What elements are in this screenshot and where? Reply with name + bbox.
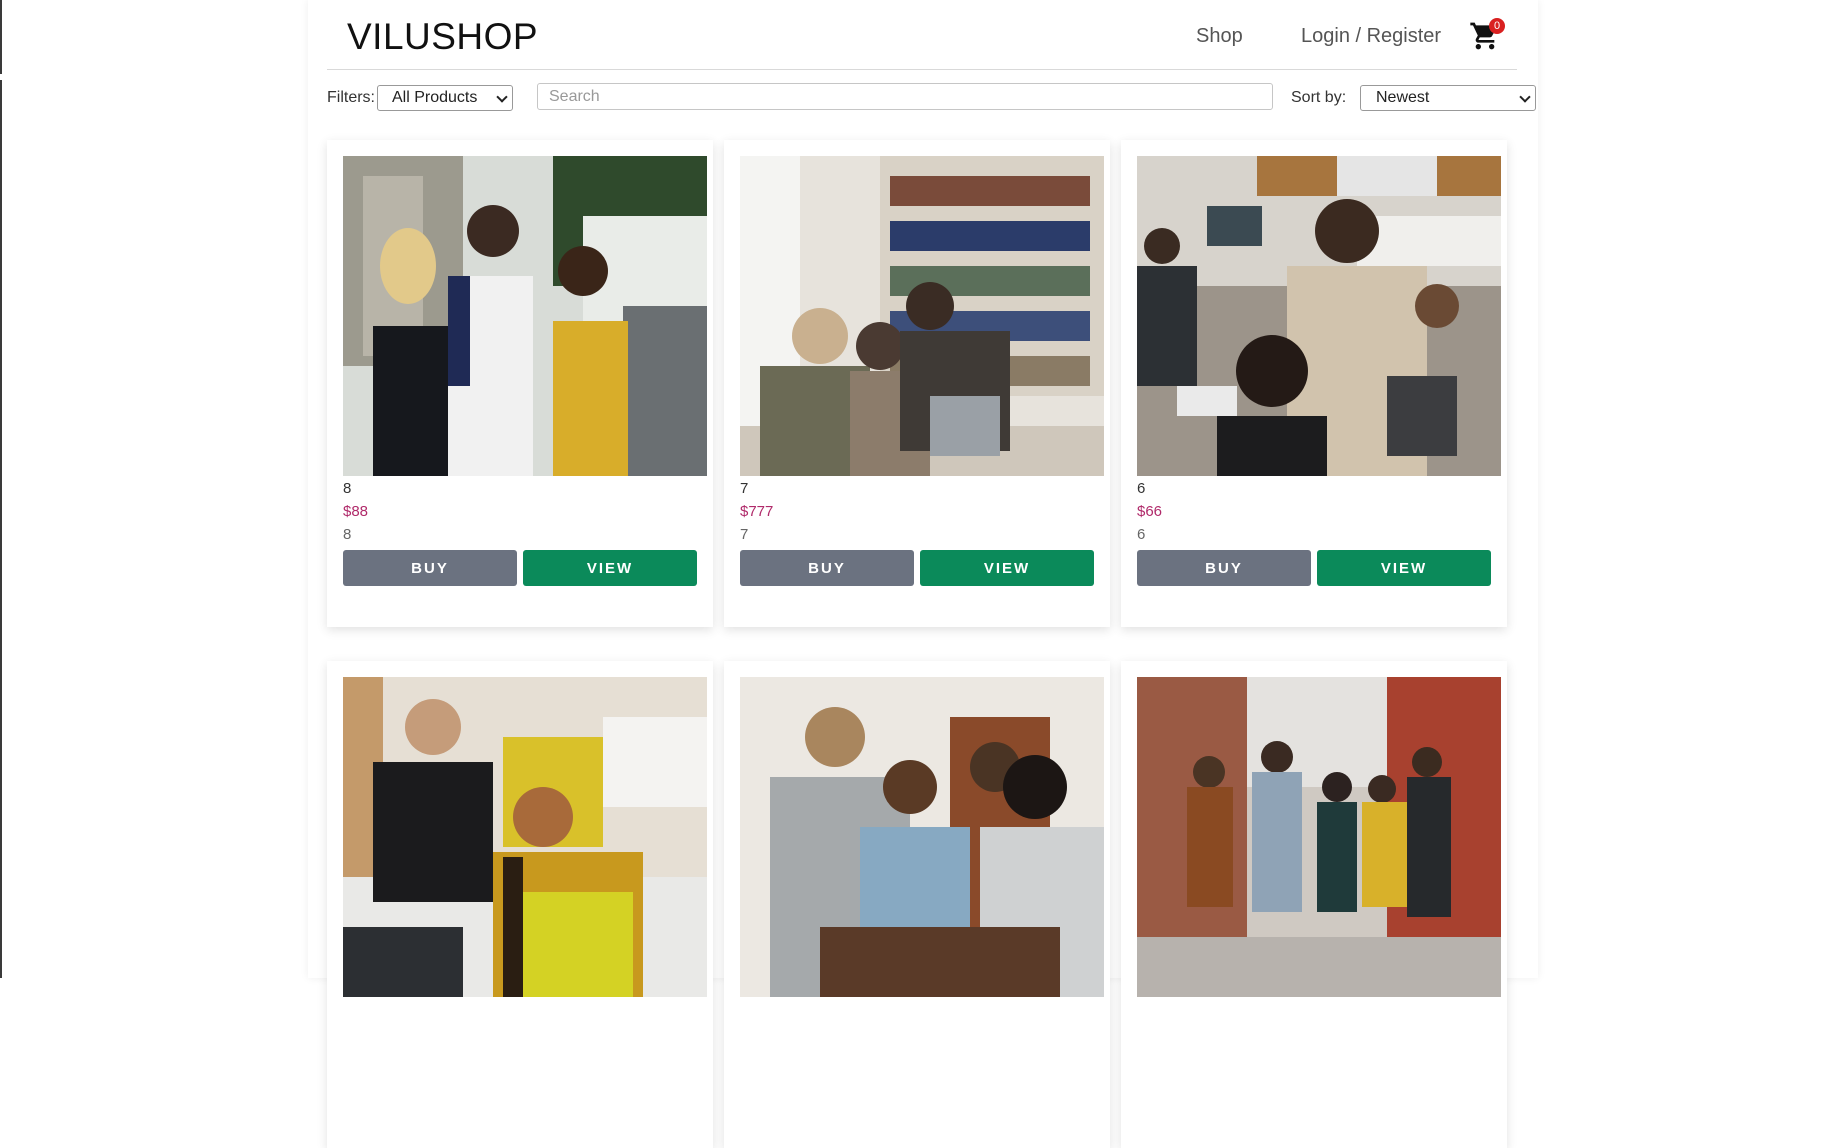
product-description: 7 bbox=[740, 526, 749, 543]
product-price: $66 bbox=[1137, 503, 1163, 520]
category-filter-value: All Products bbox=[392, 89, 478, 106]
chevron-down-icon bbox=[496, 91, 508, 103]
product-image[interactable] bbox=[343, 677, 707, 997]
buy-button[interactable]: BUY bbox=[1137, 550, 1311, 586]
filters-label: Filters: bbox=[327, 89, 375, 106]
product-grid: 8 $88 8 BUY VIEW 7 $777 7 BUY VIEW 6 $66… bbox=[327, 140, 1537, 1148]
sort-select[interactable]: Newest bbox=[1360, 85, 1536, 111]
product-card: 8 $88 8 BUY VIEW bbox=[327, 140, 713, 627]
nav-login-register-link[interactable]: Login / Register bbox=[1301, 25, 1441, 48]
product-title: 7 bbox=[740, 480, 749, 497]
sort-value: Newest bbox=[1376, 89, 1430, 106]
buy-button[interactable]: BUY bbox=[343, 550, 517, 586]
product-image[interactable] bbox=[740, 677, 1104, 997]
product-card bbox=[1121, 661, 1507, 1148]
chevron-down-icon bbox=[1519, 91, 1531, 103]
product-card bbox=[327, 661, 713, 1148]
view-button[interactable]: VIEW bbox=[523, 550, 697, 586]
search-input[interactable] bbox=[537, 83, 1273, 110]
sort-label: Sort by: bbox=[1291, 89, 1347, 106]
product-card: 7 $777 7 BUY VIEW bbox=[724, 140, 1110, 627]
view-button[interactable]: VIEW bbox=[920, 550, 1094, 586]
product-card bbox=[724, 661, 1110, 1148]
filter-bar: Filters: All Products Sort by: Newest bbox=[327, 83, 1537, 111]
product-description: 6 bbox=[1137, 526, 1146, 543]
site-logo[interactable]: VILUSHOP bbox=[347, 16, 538, 58]
cart-count-badge: 0 bbox=[1489, 18, 1505, 34]
cart-button[interactable]: 0 bbox=[1469, 18, 1505, 54]
product-image[interactable] bbox=[1137, 677, 1501, 997]
site-header: VILUSHOP Shop Login / Register 0 bbox=[327, 0, 1517, 70]
page-container: VILUSHOP Shop Login / Register 0 Filters… bbox=[308, 0, 1538, 1148]
product-image[interactable] bbox=[1137, 156, 1501, 476]
product-price: $88 bbox=[343, 503, 369, 520]
product-image[interactable] bbox=[740, 156, 1104, 476]
product-title: 8 bbox=[343, 480, 352, 497]
category-filter-select[interactable]: All Products bbox=[377, 85, 513, 111]
product-description: 8 bbox=[343, 526, 352, 543]
buy-button[interactable]: BUY bbox=[740, 550, 914, 586]
product-title: 6 bbox=[1137, 480, 1146, 497]
view-button[interactable]: VIEW bbox=[1317, 550, 1491, 586]
product-card: 6 $66 6 BUY VIEW bbox=[1121, 140, 1507, 627]
window-edge bbox=[0, 0, 2, 978]
nav-shop-link[interactable]: Shop bbox=[1196, 25, 1243, 48]
product-image[interactable] bbox=[343, 156, 707, 476]
product-price: $777 bbox=[740, 503, 774, 520]
